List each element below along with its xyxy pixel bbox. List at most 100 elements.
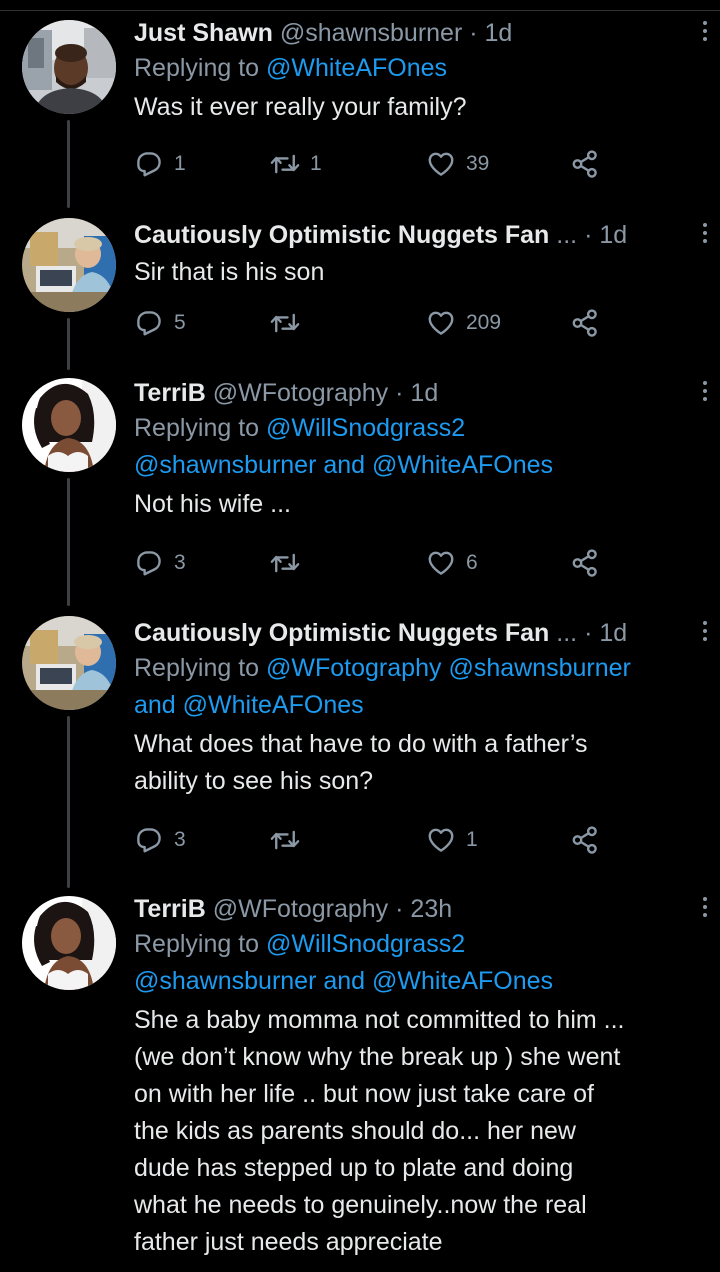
mention-link[interactable]: @WhiteAFOnes [183, 691, 364, 719]
more-icon[interactable] [700, 220, 710, 250]
mention-link[interactable]: @shawnsburner [134, 451, 316, 479]
separator-dot: · [395, 895, 404, 923]
author-handle[interactable]: @shawnsburner [280, 19, 462, 47]
and-label: and [323, 967, 366, 995]
like-count: 39 [466, 152, 490, 175]
tweet-text: Was it ever really your family? [134, 89, 690, 126]
like-icon [426, 149, 456, 179]
tweet-text-line: (we don’t know why the break up ) she we… [134, 1043, 621, 1071]
replying-label: Replying to [134, 930, 260, 958]
author-name[interactable]: Cautiously Optimistic Nuggets Fan [134, 221, 549, 249]
reply-icon [134, 308, 164, 338]
timestamp[interactable]: 1d [599, 619, 627, 647]
thread-line [67, 318, 70, 370]
mention-link[interactable]: @shawnsburner [134, 967, 316, 995]
tweet-text-line: Sir that is his son [134, 258, 325, 286]
avatar[interactable] [22, 218, 116, 312]
tweet-header: TerriB @WFotography · 23h [134, 892, 707, 926]
like-button[interactable]: 6 [426, 543, 478, 583]
reply-icon [134, 149, 164, 179]
like-button[interactable]: 209 [426, 303, 501, 343]
share-button[interactable] [570, 144, 600, 184]
mention-link[interactable]: @WillSnodgrass2 [266, 930, 465, 958]
mention-link[interactable]: @WhiteAFOnes [266, 54, 447, 82]
retweet-icon [270, 548, 300, 578]
mention-link[interactable]: @WFotography [266, 654, 441, 682]
thread-line [67, 716, 70, 888]
replying-to: Replying to @WhiteAFOnes [134, 50, 690, 87]
retweet-button[interactable]: 1 [270, 144, 322, 184]
thread-line [67, 120, 70, 208]
retweet-icon [270, 149, 300, 179]
retweet-button[interactable] [270, 303, 300, 343]
retweet-button[interactable] [270, 820, 300, 860]
tweet-text-line: father just needs appreciate [134, 1228, 443, 1256]
author-name[interactable]: Cautiously Optimistic Nuggets Fan [134, 619, 549, 647]
mention-link[interactable]: @WhiteAFOnes [372, 967, 553, 995]
reply-icon [134, 548, 164, 578]
author-name[interactable]: TerriB [134, 379, 206, 407]
reply-button[interactable]: 1 [134, 144, 186, 184]
tweet-text-line: on with her life .. but now just take ca… [134, 1080, 594, 1108]
tweet-text: What does that have to do with a father’… [134, 726, 690, 800]
share-icon [570, 548, 600, 578]
reply-button[interactable]: 3 [134, 820, 186, 860]
like-count: 6 [466, 551, 478, 574]
mention-link[interactable]: @WillSnodgrass2 [266, 414, 465, 442]
separator-dot: · [584, 221, 593, 249]
and-label: and [323, 451, 366, 479]
tweet-header: TerriB @WFotography · 1d [134, 376, 707, 410]
reply-count: 1 [174, 152, 186, 175]
replying-label: Replying to [134, 414, 260, 442]
separator-dot: · [584, 619, 593, 647]
like-icon [426, 548, 456, 578]
author-handle[interactable]: ... [556, 619, 577, 647]
mention-link[interactable]: @WhiteAFOnes [372, 451, 553, 479]
share-icon [570, 149, 600, 179]
tweet-actions: 3 6 [134, 543, 614, 583]
more-icon[interactable] [700, 18, 710, 48]
separator-dot: · [395, 379, 404, 407]
tweet-header: Cautiously Optimistic Nuggets Fan ... · … [134, 218, 707, 252]
reply-button[interactable]: 3 [134, 543, 186, 583]
author-handle[interactable]: @WFotography [213, 379, 388, 407]
timestamp[interactable]: 23h [410, 895, 452, 923]
like-button[interactable]: 1 [426, 820, 478, 860]
reply-count: 3 [174, 828, 186, 851]
more-icon[interactable] [700, 618, 710, 648]
share-button[interactable] [570, 303, 600, 343]
author-handle[interactable]: ... [556, 221, 577, 249]
timestamp[interactable]: 1d [599, 221, 627, 249]
tweet-text-line: what he needs to genuinely..now the real [134, 1191, 587, 1219]
avatar[interactable] [22, 20, 116, 114]
retweet-button[interactable] [270, 543, 300, 583]
timestamp[interactable]: 1d [485, 19, 513, 47]
share-button[interactable] [570, 820, 600, 860]
author-name[interactable]: TerriB [134, 895, 206, 923]
timestamp[interactable]: 1d [410, 379, 438, 407]
avatar[interactable] [22, 896, 116, 990]
retweet-icon [270, 825, 300, 855]
avatar[interactable] [22, 616, 116, 710]
mention-link[interactable]: @shawnsburner [448, 654, 630, 682]
tweet-header: Just Shawn @shawnsburner · 1d [134, 16, 707, 50]
replying-to: Replying to @WFotography @shawnsburner [134, 650, 690, 687]
reply-count: 3 [174, 551, 186, 574]
replying-to: Replying to @WillSnodgrass2 [134, 926, 690, 963]
tweet-text-line: the kids as parents should do... her new [134, 1117, 576, 1145]
author-name[interactable]: Just Shawn [134, 19, 273, 47]
tweet-header: Cautiously Optimistic Nuggets Fan ... · … [134, 616, 707, 650]
tweet-text-line: Was it ever really your family? [134, 93, 467, 121]
tweet-text: She a baby momma not committed to him ..… [134, 1002, 690, 1261]
more-icon[interactable] [700, 378, 710, 408]
reply-count: 5 [174, 311, 186, 334]
author-handle[interactable]: @WFotography [213, 895, 388, 923]
tweet-text-line: dude has stepped up to plate and doing [134, 1154, 574, 1182]
reply-button[interactable]: 5 [134, 303, 186, 343]
more-icon[interactable] [700, 894, 710, 924]
replying-to-line2: and @WhiteAFOnes [134, 687, 690, 724]
like-count: 209 [466, 311, 502, 334]
avatar[interactable] [22, 378, 116, 472]
share-button[interactable] [570, 543, 600, 583]
like-button[interactable]: 39 [426, 144, 489, 184]
